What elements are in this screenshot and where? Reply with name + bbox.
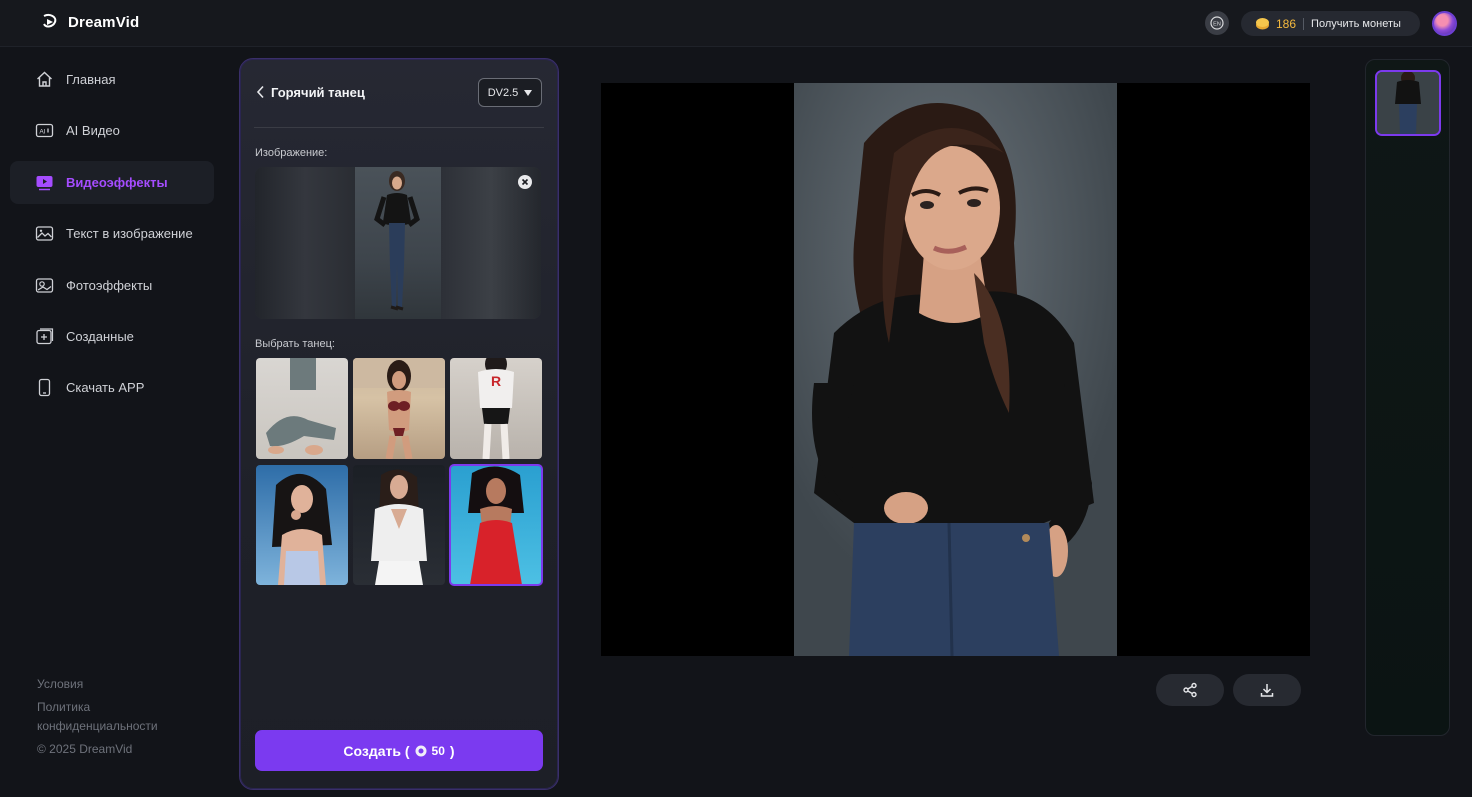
chevron-left-icon[interactable] — [256, 85, 266, 99]
coins-pill[interactable]: 186 Получить монеты — [1241, 11, 1420, 36]
dance-thumbnail-image — [266, 358, 336, 455]
text-to-image-icon — [35, 226, 54, 241]
history-sidebar — [1365, 59, 1450, 736]
dance-section-label: Выбрать танец: — [255, 338, 335, 350]
sidebar-item-photo-effects[interactable]: Фотоэффекты — [10, 264, 214, 307]
privacy-link[interactable]: Политика конфиденциальности — [37, 698, 177, 736]
sidebar: Главная AI AI Видео Видеоэффекты Текст в… — [0, 48, 230, 797]
sidebar-item-label: Видеоэффекты — [66, 175, 168, 190]
remove-image-button[interactable] — [518, 175, 532, 189]
dance-option-1[interactable] — [256, 358, 348, 459]
photo-effects-icon — [35, 278, 54, 293]
sidebar-item-label: AI Видео — [66, 123, 120, 138]
create-button[interactable]: Создать ( 50 ) — [255, 730, 543, 771]
create-button-close: ) — [449, 742, 455, 759]
dance-option-4[interactable] — [256, 465, 348, 585]
download-icon — [1260, 684, 1274, 697]
created-icon — [36, 328, 54, 345]
preview-image — [794, 83, 1117, 656]
dance-option-3[interactable]: R — [450, 358, 542, 459]
logo[interactable]: DreamVid — [40, 12, 139, 32]
close-icon — [521, 178, 529, 186]
panel-header: Горячий танец DV2.5 — [256, 77, 542, 109]
panel-title: Горячий танец — [271, 85, 365, 100]
coin-icon — [415, 745, 427, 756]
sidebar-item-label: Фотоэффекты — [66, 278, 153, 293]
model-version-select[interactable]: DV2.5 — [478, 78, 542, 107]
svg-text:AI: AI — [39, 129, 45, 136]
sidebar-item-home[interactable]: Главная — [10, 58, 214, 101]
terms-link[interactable]: Условия — [37, 676, 177, 693]
dance-thumbnail-image: R — [478, 358, 514, 459]
video-effects-icon — [36, 176, 53, 191]
create-button-label: Создать ( — [343, 742, 410, 759]
sidebar-item-label: Скачать APP — [66, 380, 145, 395]
dance-thumbnail-image — [272, 473, 332, 585]
sidebar-item-video-effects[interactable]: Видеоэффекты — [10, 161, 214, 204]
dance-thumbnail-image — [468, 466, 524, 585]
dance-option-6-selected[interactable] — [449, 464, 543, 586]
uploaded-image-photo — [355, 167, 441, 319]
image-section-label: Изображение: — [255, 147, 328, 159]
globe-icon: EN — [1210, 16, 1224, 30]
image-blur-right — [441, 167, 541, 319]
history-thumbnail-image — [1377, 72, 1439, 134]
divider — [254, 127, 544, 128]
sidebar-item-created[interactable]: Созданные — [10, 315, 214, 358]
dance-thumbnail-image — [353, 358, 445, 459]
sidebar-item-download-app[interactable]: Скачать APP — [10, 366, 214, 409]
app-name: DreamVid — [68, 13, 140, 31]
sidebar-item-label: Созданные — [66, 329, 134, 344]
ai-video-icon: AI — [35, 123, 54, 138]
history-item-selected[interactable] — [1375, 70, 1441, 136]
user-avatar[interactable] — [1432, 11, 1457, 36]
download-button[interactable] — [1233, 674, 1301, 706]
dance-grid: R — [256, 358, 543, 586]
language-code: EN — [1213, 21, 1221, 27]
dance-option-2[interactable] — [353, 358, 445, 459]
sidebar-footer: Условия Политика конфиденциальности © 20… — [37, 676, 177, 763]
share-button[interactable] — [1156, 674, 1224, 706]
effect-settings-panel: Горячий танец DV2.5 Изображение: Выбрать… — [239, 58, 559, 790]
home-icon — [37, 71, 52, 87]
sidebar-item-ai-video[interactable]: AI AI Видео — [10, 109, 214, 152]
woman-portrait-illustration — [794, 83, 1117, 656]
create-cost: 50 — [431, 743, 445, 758]
caret-down-icon — [524, 89, 533, 96]
video-preview[interactable] — [601, 83, 1310, 656]
get-coins-button[interactable]: Получить монеты — [1311, 18, 1401, 30]
model-version-value: DV2.5 — [487, 86, 519, 99]
sidebar-item-text-to-image[interactable]: Текст в изображение — [10, 212, 214, 255]
coin-balance: 186 — [1276, 16, 1297, 31]
phone-icon — [38, 378, 51, 397]
uploaded-image[interactable] — [255, 167, 541, 319]
dance-option-5[interactable] — [353, 465, 445, 585]
coin-icon — [1256, 18, 1269, 30]
sidebar-item-label: Текст в изображение — [66, 226, 193, 241]
top-bar: DreamVid EN 186 Получить монеты — [0, 0, 1472, 47]
share-icon — [1183, 682, 1197, 698]
sidebar-item-label: Главная — [66, 72, 116, 87]
language-button[interactable]: EN — [1205, 11, 1229, 35]
svg-text:R: R — [491, 373, 501, 389]
dreamvid-logo-icon — [43, 13, 57, 28]
image-blur-left — [255, 167, 355, 319]
divider — [1303, 17, 1305, 30]
copyright-text: © 2025 DreamVid — [37, 742, 133, 756]
woman-figure-illustration — [374, 171, 420, 311]
dance-thumbnail-image — [371, 469, 427, 585]
